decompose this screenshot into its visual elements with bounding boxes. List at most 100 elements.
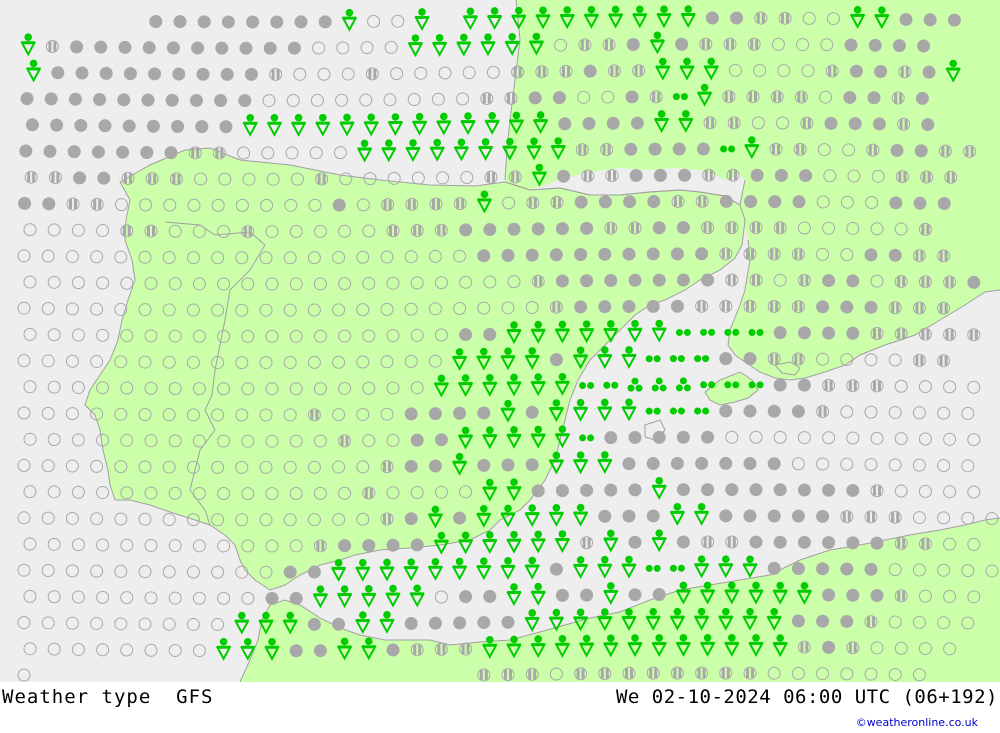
drizzle-symbol: [603, 381, 619, 389]
overcast-symbol: [773, 483, 787, 497]
overcast-symbol: [580, 588, 594, 602]
clear-symbol: [462, 66, 476, 80]
showers-symbol: [381, 139, 397, 163]
partly-cloudy-symbol: [48, 171, 62, 185]
clear-symbol: [961, 406, 975, 420]
showers-symbol: [627, 319, 643, 343]
overcast-symbol: [428, 616, 442, 630]
overcast-symbol: [840, 614, 854, 628]
clear-symbol: [114, 250, 128, 264]
clear-symbol: [864, 458, 878, 472]
credit-link[interactable]: ©weatheronline.co.uk: [856, 716, 978, 729]
overcast-symbol: [598, 247, 612, 261]
clear-symbol: [864, 405, 878, 419]
partly-cloudy-symbol: [816, 405, 830, 419]
overcast-symbol: [791, 614, 805, 628]
showers-symbol: [530, 582, 546, 606]
overcast-symbol: [648, 142, 662, 156]
clear-symbol: [47, 485, 61, 499]
clear-symbol: [71, 538, 85, 552]
overcast-symbol: [166, 41, 180, 55]
showers-symbol: [215, 637, 232, 661]
overcast-symbol: [843, 90, 857, 104]
clear-symbol: [144, 643, 158, 657]
overcast-symbol: [74, 118, 88, 132]
overcast-symbol: [68, 92, 82, 106]
clear-symbol: [241, 591, 255, 605]
clear-symbol: [894, 432, 908, 446]
overcast-symbol: [822, 274, 836, 288]
overcast-symbol: [332, 617, 346, 631]
clear-symbol: [23, 642, 37, 656]
overcast-symbol: [582, 117, 596, 131]
clear-symbol: [65, 459, 79, 473]
clear-symbol: [293, 67, 307, 81]
overcast-symbol: [574, 300, 588, 314]
showers-symbol: [385, 584, 401, 608]
overcast-symbol: [428, 407, 442, 421]
overcast-symbol: [289, 644, 303, 658]
clear-symbol: [65, 616, 79, 630]
partly-cloudy-symbol: [870, 379, 884, 393]
overcast-symbol: [574, 195, 588, 209]
drizzle-symbol: [645, 355, 661, 363]
overcast-symbol: [967, 275, 981, 289]
clear-symbol: [967, 380, 981, 394]
showers-symbol: [524, 556, 540, 580]
clear-symbol: [90, 617, 104, 631]
clear-symbol: [967, 433, 981, 447]
overcast-symbol: [625, 90, 639, 104]
overcast-symbol: [816, 300, 830, 314]
showers-symbol: [506, 583, 522, 607]
clear-symbol: [773, 430, 787, 444]
overcast-symbol: [767, 457, 781, 471]
clear-symbol: [937, 511, 951, 525]
overcast-symbol: [915, 91, 929, 105]
clear-symbol: [120, 643, 134, 657]
overcast-symbol: [628, 483, 642, 497]
overcast-symbol: [624, 142, 638, 156]
clear-symbol: [71, 276, 85, 290]
overcast-symbol: [899, 12, 913, 26]
overcast-symbol: [914, 144, 928, 158]
overcast-symbol: [678, 168, 692, 182]
showers-symbol: [524, 504, 540, 528]
clear-symbol: [47, 223, 61, 237]
overcast-symbol: [146, 119, 160, 133]
overcast-symbol: [867, 91, 881, 105]
overcast-symbol: [701, 273, 715, 287]
partly-cloudy-symbol: [918, 327, 932, 341]
overcast-symbol: [676, 430, 690, 444]
product-title: Weather type GFS: [2, 686, 214, 708]
showers-symbol: [621, 398, 637, 422]
clear-symbol: [90, 355, 104, 369]
showers-symbol: [339, 113, 355, 137]
overcast-symbol: [675, 37, 689, 51]
clear-symbol: [894, 484, 908, 498]
overcast-symbol: [165, 93, 179, 107]
overcast-symbol: [122, 119, 136, 133]
overcast-symbol: [768, 195, 782, 209]
clear-symbol: [312, 41, 326, 55]
overcast-symbol: [622, 247, 636, 261]
clear-symbol: [434, 590, 448, 604]
showers-symbol: [651, 476, 667, 500]
overcast-symbol: [477, 406, 491, 420]
overcast-symbol: [42, 197, 56, 211]
showers-symbol: [341, 8, 358, 32]
overcast-symbol: [483, 223, 497, 237]
showers-symbol: [603, 529, 619, 553]
overcast-symbol: [774, 168, 788, 182]
partly-cloudy-symbol: [45, 40, 59, 54]
clear-symbol: [317, 67, 331, 81]
showers-symbol: [742, 555, 758, 579]
showers-symbol: [355, 558, 371, 582]
overcast-symbol: [822, 483, 836, 497]
clear-symbol: [967, 485, 981, 499]
showers-symbol: [25, 59, 42, 83]
clear-symbol: [138, 617, 152, 631]
clear-symbol: [65, 407, 79, 421]
product-name: Weather type: [2, 686, 152, 708]
partly-cloudy-symbol: [365, 67, 379, 81]
showers-symbol: [405, 139, 421, 163]
